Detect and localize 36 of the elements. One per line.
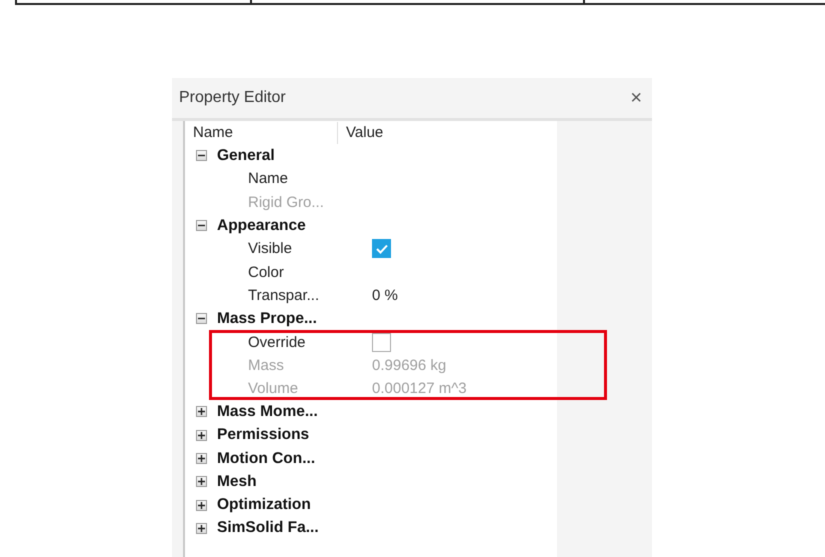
collapse-icon[interactable] — [196, 220, 207, 232]
property-name: Override — [248, 334, 306, 351]
group-label[interactable]: Motion Con... — [217, 450, 316, 468]
checkbox[interactable] — [372, 239, 391, 258]
expand-icon[interactable] — [196, 406, 207, 418]
property-name: Visible — [248, 240, 292, 258]
close-button[interactable]: × — [630, 88, 642, 108]
group-label[interactable]: Appearance — [217, 216, 306, 235]
property-value: 0.000127 m^3 — [372, 380, 467, 398]
collapse-icon[interactable] — [196, 150, 207, 162]
expand-icon[interactable] — [196, 453, 207, 464]
check-icon — [376, 244, 388, 254]
expand-icon[interactable] — [196, 430, 207, 441]
property-value: 0.99696 kg — [372, 356, 446, 374]
property-name: Color — [248, 264, 284, 281]
group-label[interactable]: Mass Mome... — [217, 402, 318, 421]
expand-icon[interactable] — [196, 476, 207, 488]
checkbox[interactable] — [372, 332, 391, 352]
group-label[interactable]: Permissions — [217, 426, 310, 444]
group-label[interactable]: Mesh — [217, 472, 257, 491]
group-label[interactable]: SimSolid Fa... — [217, 519, 319, 538]
property-name: Name — [248, 170, 288, 188]
property-name: Volume — [248, 380, 298, 398]
group-label[interactable]: General — [217, 146, 275, 165]
property-name: Mass — [248, 356, 284, 374]
group-label[interactable]: Mass Prope... — [217, 310, 317, 328]
group-label[interactable]: Optimization — [217, 496, 311, 514]
expand-icon[interactable] — [196, 522, 207, 534]
panel-title: Property Editor — [179, 89, 286, 107]
property-name: Rigid Gro... — [248, 194, 324, 211]
column-header: Value — [345, 123, 384, 143]
property-name: Transpar... — [248, 286, 320, 304]
expand-icon[interactable] — [196, 500, 207, 511]
property-value: 0 % — [372, 286, 398, 304]
column-header: Name — [185, 122, 338, 144]
collapse-icon[interactable] — [196, 313, 207, 324]
